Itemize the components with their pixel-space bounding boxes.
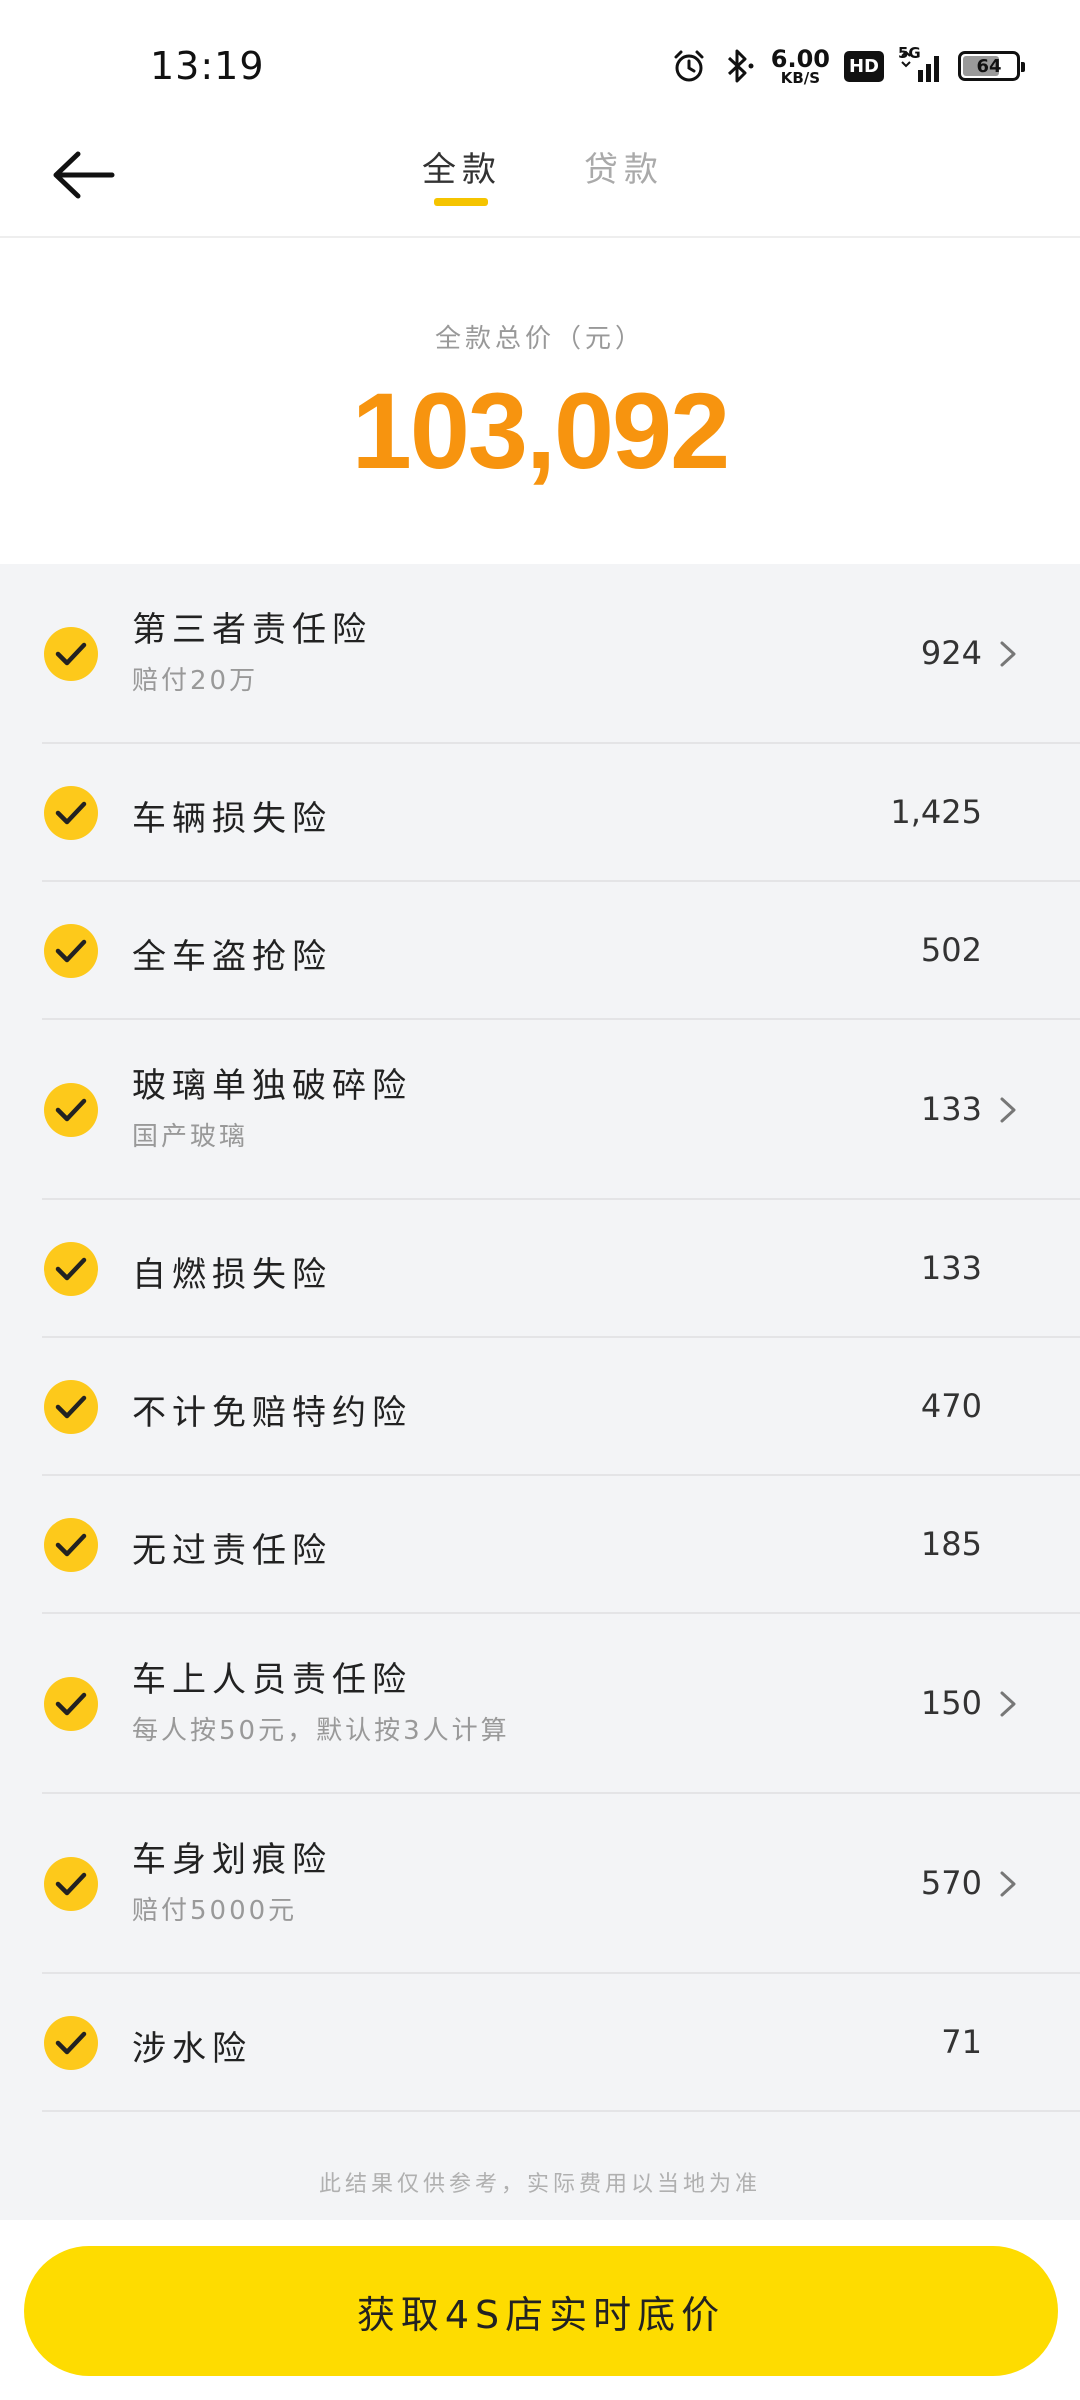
insurance-title: 不计免赔特约险 bbox=[132, 1393, 412, 1433]
insurance-title: 自燃损失险 bbox=[132, 1255, 332, 1295]
bluetooth-icon bbox=[721, 47, 757, 85]
checkbox-checked-icon[interactable] bbox=[44, 786, 98, 840]
chevron-right-icon[interactable] bbox=[996, 1689, 1020, 1719]
insurance-title: 全车盗抢险 bbox=[132, 937, 332, 977]
insurance-row[interactable]: 车上人员责任险每人按50元，默认按3人计算 150 bbox=[0, 1614, 1080, 1794]
insurance-amount: 924 bbox=[920, 634, 982, 672]
checkbox-checked-icon[interactable] bbox=[44, 1380, 98, 1434]
insurance-list: 此结果仅供参考，实际费用以当地为准 第三者责任险赔付20万 924 车辆损失险 1,4… bbox=[0, 564, 1080, 2220]
alarm-icon bbox=[671, 48, 707, 84]
row-divider bbox=[42, 2110, 1080, 2112]
insurance-row[interactable]: 玻璃单独破碎险国产玻璃 133 bbox=[0, 1020, 1080, 1200]
insurance-amount: 570 bbox=[920, 1864, 982, 1902]
back-button[interactable] bbox=[48, 145, 118, 205]
disclaimer-text: 此结果仅供参考，实际费用以当地为准 bbox=[318, 2172, 761, 2197]
hd-icon: HD bbox=[843, 50, 884, 82]
insurance-title: 车上人员责任险 bbox=[132, 1660, 412, 1700]
insurance-subtitle: 国产玻璃 bbox=[132, 1122, 249, 1152]
insurance-amount: 502 bbox=[920, 931, 982, 969]
tab-loan[interactable]: 贷款 bbox=[584, 142, 664, 191]
insurance-amount: 71 bbox=[941, 2023, 982, 2061]
insurance-row: 自燃损失险 133 bbox=[0, 1200, 1080, 1338]
insurance-row[interactable]: 车身划痕险赔付5000元 570 bbox=[0, 1794, 1080, 1974]
checkbox-checked-icon[interactable] bbox=[44, 1857, 98, 1911]
insurance-row: 车辆损失险 1,425 bbox=[0, 744, 1080, 882]
insurance-amount: 470 bbox=[920, 1387, 982, 1425]
insurance-title: 涉水险 bbox=[132, 2029, 252, 2069]
insurance-amount: 185 bbox=[920, 1525, 982, 1563]
tab-full-payment[interactable]: 全款 bbox=[422, 142, 502, 191]
net-speed-indicator: 6.00 KB/S bbox=[771, 47, 830, 86]
insurance-title: 车辆损失险 bbox=[132, 799, 332, 839]
insurance-row[interactable]: 第三者责任险赔付20万 924 bbox=[0, 564, 1080, 744]
status-time: 13:19 bbox=[150, 44, 265, 88]
chevron-right-icon[interactable] bbox=[996, 1869, 1020, 1899]
net-speed-unit: KB/S bbox=[780, 68, 821, 87]
get-4s-price-button[interactable]: 获取4S店实时底价 bbox=[24, 2246, 1058, 2376]
back-arrow-icon bbox=[53, 151, 115, 199]
insurance-title: 第三者责任险 bbox=[132, 610, 372, 650]
status-icons: 6.00 KB/S HD 5G 64 bbox=[671, 44, 1025, 88]
chevron-right-icon[interactable] bbox=[996, 1095, 1020, 1125]
network-label: 5G bbox=[898, 44, 921, 62]
checkbox-checked-icon[interactable] bbox=[44, 627, 98, 681]
bottom-action-bar: 获取4S店实时底价 bbox=[0, 2220, 1080, 2400]
insurance-row: 全车盗抢险 502 bbox=[0, 882, 1080, 1020]
insurance-amount: 133 bbox=[920, 1090, 982, 1128]
insurance-row: 无过责任险 185 bbox=[0, 1476, 1080, 1614]
total-price-value: 103,092 bbox=[351, 370, 730, 491]
checkbox-checked-icon[interactable] bbox=[44, 1518, 98, 1572]
tab-active-indicator bbox=[434, 198, 488, 206]
checkbox-checked-icon[interactable] bbox=[44, 924, 98, 978]
insurance-row: 涉水险 71 bbox=[0, 1974, 1080, 2112]
insurance-title: 车身划痕险 bbox=[132, 1840, 332, 1880]
battery-level: 64 bbox=[976, 55, 1002, 77]
checkbox-checked-icon[interactable] bbox=[44, 1083, 98, 1137]
checkbox-checked-icon[interactable] bbox=[44, 1677, 98, 1731]
insurance-title: 无过责任险 bbox=[132, 1531, 332, 1571]
insurance-row: 不计免赔特约险 470 bbox=[0, 1338, 1080, 1476]
chevron-right-icon[interactable] bbox=[996, 639, 1020, 669]
signal-icon: 5G bbox=[898, 44, 944, 84]
insurance-subtitle: 每人按50元，默认按3人计算 bbox=[132, 1716, 510, 1746]
checkbox-checked-icon[interactable] bbox=[44, 2016, 98, 2070]
status-bar: 13:19 6.00 KB/S HD 5G 64 bbox=[0, 0, 1080, 120]
insurance-amount: 150 bbox=[920, 1684, 982, 1722]
insurance-amount: 133 bbox=[920, 1249, 982, 1287]
insurance-subtitle: 赔付20万 bbox=[132, 666, 259, 696]
total-price-section: 全款总价（元） 103,092 bbox=[0, 238, 1080, 564]
checkbox-checked-icon[interactable] bbox=[44, 1242, 98, 1296]
insurance-amount: 1,425 bbox=[890, 793, 982, 831]
insurance-subtitle: 赔付5000元 bbox=[132, 1896, 298, 1926]
net-speed-value: 6.00 bbox=[770, 44, 830, 73]
header: 全款 贷款 bbox=[0, 120, 1080, 238]
total-price-label: 全款总价（元） bbox=[434, 324, 645, 354]
insurance-title: 玻璃单独破碎险 bbox=[132, 1066, 412, 1106]
battery-icon: 64 bbox=[958, 51, 1025, 81]
